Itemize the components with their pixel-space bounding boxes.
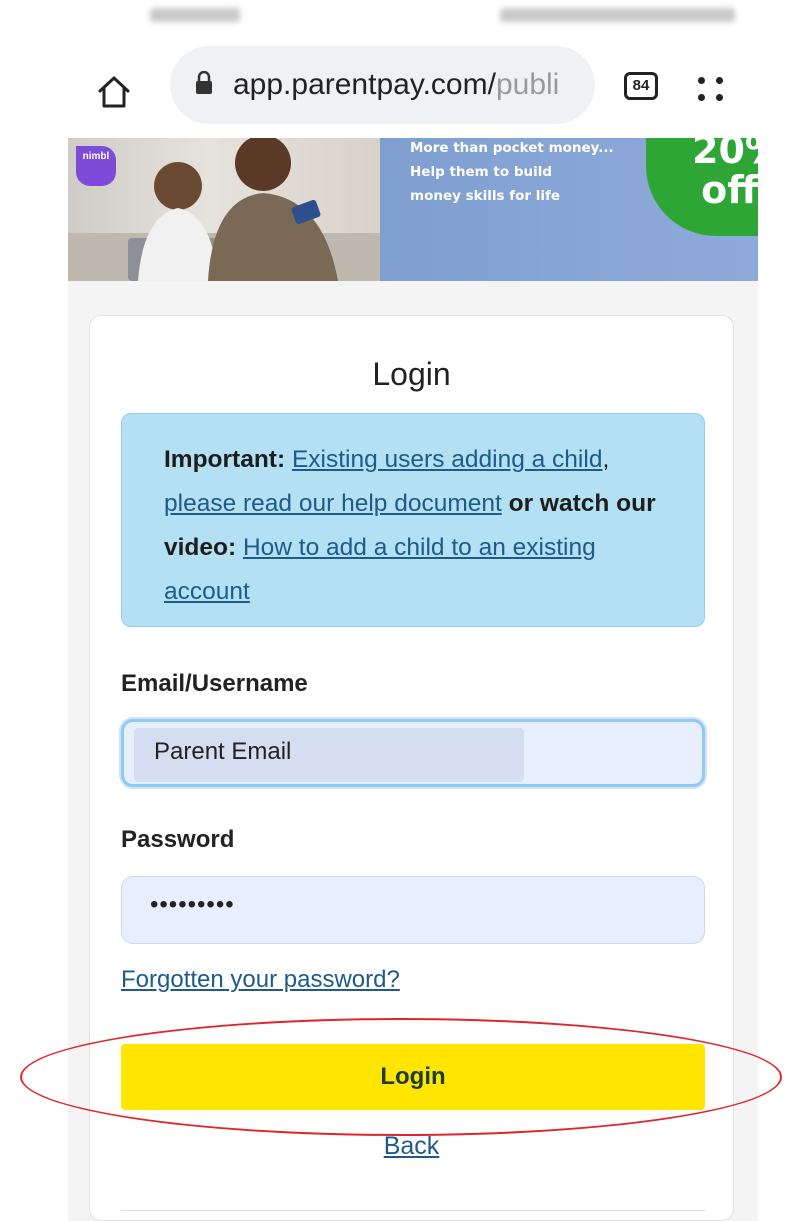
tab-count-icon[interactable]: 84 [624, 72, 658, 100]
password-value: ••••••••• [150, 891, 235, 918]
back-link[interactable]: Back [90, 1132, 733, 1161]
help-link-existing-users[interactable]: Existing users adding a child [292, 446, 603, 473]
login-card: Login Important: Existing users adding a… [89, 315, 734, 1221]
status-left-blur [150, 8, 240, 22]
browser-menu-icon[interactable] [694, 72, 728, 106]
page-title: Login [372, 356, 451, 392]
password-field[interactable]: ••••••••• [121, 876, 705, 944]
banner-line-3: money skills for life [410, 188, 561, 204]
help-document-link[interactable]: please read our help document [164, 490, 502, 517]
nimbl-logo: nimbl [76, 146, 116, 186]
email-label: Email/Username [121, 670, 308, 697]
email-field[interactable]: Parent Email [121, 719, 705, 787]
promo-banner[interactable]: nimbl More than pocket money... Help the… [68, 138, 758, 281]
password-label: Password [121, 826, 235, 853]
url-text: app.parentpay.com/publi [233, 68, 560, 101]
banner-copy: More than pocket money... Help them to b… [410, 138, 660, 208]
email-value: Parent Email [154, 738, 292, 765]
notice-important-label: Important: [164, 446, 286, 473]
offer-text: 20% off [692, 138, 758, 210]
offer-percent: 20% [692, 138, 758, 172]
banner-line-1: More than pocket money... [410, 140, 614, 156]
important-notice: Important: Existing users adding a child… [121, 413, 705, 627]
lock-icon [196, 71, 212, 94]
offer-off: off [701, 168, 758, 212]
divider [121, 1210, 705, 1211]
address-bar[interactable]: app.parentpay.com/publi [170, 46, 595, 124]
notice-comma: , [602, 446, 610, 473]
status-right-blur [500, 8, 735, 22]
login-button[interactable]: Login [121, 1044, 705, 1110]
banner-line-2: Help them to build [410, 164, 553, 180]
status-bar [0, 0, 795, 38]
page-content: nimbl More than pocket money... Help the… [68, 138, 758, 1221]
home-icon[interactable] [96, 74, 132, 110]
forgot-password-link[interactable]: Forgotten your password? [121, 966, 400, 994]
browser-toolbar: app.parentpay.com/publi 84 [0, 38, 795, 138]
